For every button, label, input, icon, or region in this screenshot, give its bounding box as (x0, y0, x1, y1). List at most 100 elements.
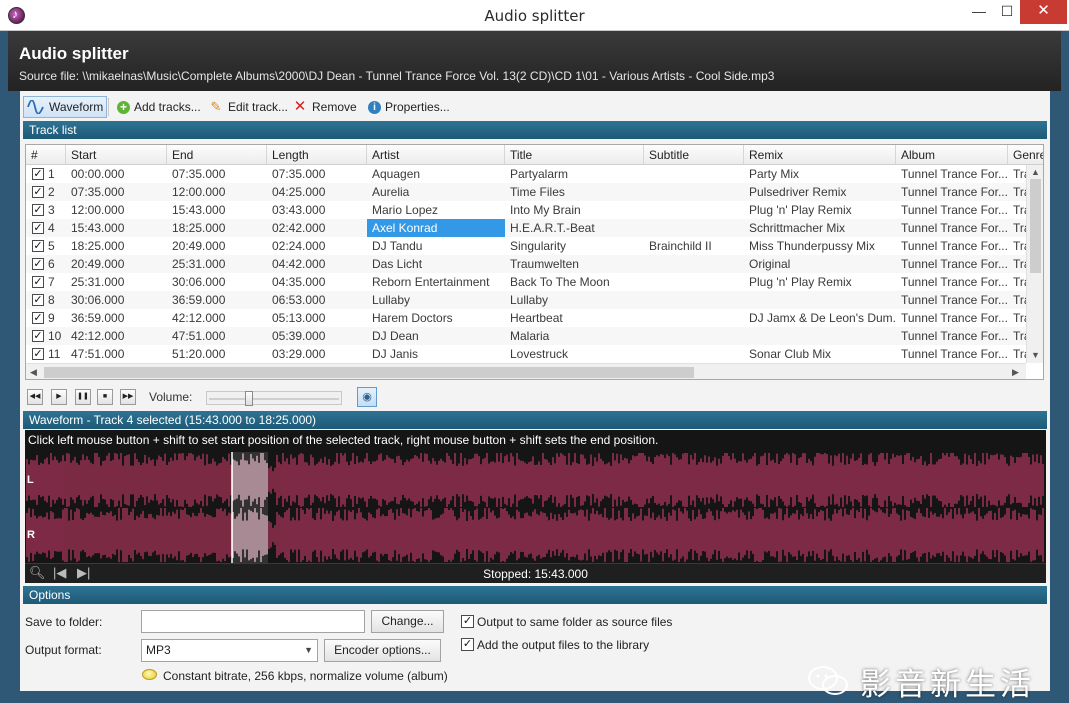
table-row[interactable]: ✓ 11 47:51.000 51:20.000 03:29.000 DJ Janis Lo… (26, 345, 1026, 363)
cell-subtitle[interactable] (644, 345, 744, 363)
cell-subtitle[interactable] (644, 219, 744, 237)
cell-artist[interactable]: Harem Doctors (367, 309, 505, 327)
table-row[interactable]: ✓ 5 18:25.000 20:49.000 02:24.000 DJ Tandu Sin… (26, 237, 1026, 255)
rewind-button[interactable]: ◀◀ (27, 389, 43, 405)
cell-album[interactable]: Tunnel Trance For... (896, 327, 1008, 345)
cell-artist[interactable]: Mario Lopez (367, 201, 505, 219)
cell-end[interactable]: 18:25.000 (167, 219, 267, 237)
cell-album[interactable]: Tunnel Trance For... (896, 165, 1008, 183)
cell-title[interactable]: Into My Brain (505, 201, 644, 219)
cell-end[interactable]: 36:59.000 (167, 291, 267, 309)
cell-remix[interactable] (744, 291, 896, 309)
cell-remix[interactable]: Plug 'n' Play Remix (744, 273, 896, 291)
table-row[interactable]: ✓ 10 42:12.000 47:51.000 05:39.000 DJ Dean Mal… (26, 327, 1026, 345)
cell-album[interactable]: Tunnel Trance For... (896, 291, 1008, 309)
cell-artist[interactable]: DJ Janis (367, 345, 505, 363)
cell-remix[interactable]: Original (744, 255, 896, 273)
column-header-end[interactable]: End (167, 145, 267, 165)
track-checkbox[interactable]: ✓ (32, 186, 44, 198)
change-folder-button[interactable]: Change... (371, 610, 444, 633)
cell-album[interactable]: Tunnel Trance For... (896, 219, 1008, 237)
track-checkbox[interactable]: ✓ (32, 312, 44, 324)
table-row[interactable]: ✓ 8 30:06.000 36:59.000 06:53.000 Lullaby Lull… (26, 291, 1026, 309)
cell-title[interactable]: Back To The Moon (505, 273, 644, 291)
mute-button[interactable]: ◉ (357, 387, 377, 407)
cell-album[interactable]: Tunnel Trance For... (896, 273, 1008, 291)
cell-start[interactable]: 42:12.000 (66, 327, 167, 345)
cell-title[interactable]: Lovestruck (505, 345, 644, 363)
track-checkbox[interactable]: ✓ (32, 294, 44, 306)
cell-end[interactable]: 12:00.000 (167, 183, 267, 201)
cell-genre[interactable]: Tra (1008, 327, 1026, 345)
cell-end[interactable]: 15:43.000 (167, 201, 267, 219)
cell-length[interactable]: 05:13.000 (267, 309, 367, 327)
cell-subtitle[interactable] (644, 255, 744, 273)
cell-remix[interactable]: Miss Thunderpussy Mix (744, 237, 896, 255)
maximize-button[interactable]: ☐ (994, 0, 1020, 24)
column-header-start[interactable]: Start (66, 145, 167, 165)
cell-genre[interactable]: Tra (1008, 201, 1026, 219)
column-header-album[interactable]: Album (896, 145, 1008, 165)
cell-title[interactable]: Heartbeat (505, 309, 644, 327)
cell-length[interactable]: 04:42.000 (267, 255, 367, 273)
volume-slider-thumb[interactable] (245, 391, 253, 406)
column-header-remix[interactable]: Remix (744, 145, 896, 165)
cell-start[interactable]: 25:31.000 (66, 273, 167, 291)
cell-subtitle[interactable] (644, 309, 744, 327)
remove-button[interactable]: ✕ Remove (289, 96, 360, 118)
waveform-button[interactable]: Waveform (23, 96, 108, 118)
cell-remix[interactable]: Sonar Club Mix (744, 345, 896, 363)
pause-button[interactable]: ❚❚ (75, 389, 91, 405)
cell-genre[interactable]: Tra (1008, 255, 1026, 273)
cell-title[interactable]: Time Files (505, 183, 644, 201)
cell-length[interactable]: 04:25.000 (267, 183, 367, 201)
cell-start[interactable]: 00:00.000 (66, 165, 167, 183)
cell-subtitle[interactable] (644, 273, 744, 291)
cell-subtitle[interactable] (644, 327, 744, 345)
cell-subtitle[interactable] (644, 165, 744, 183)
cell-title[interactable]: Malaria (505, 327, 644, 345)
encoder-options-button[interactable]: Encoder options... (324, 639, 441, 662)
cell-subtitle[interactable] (644, 183, 744, 201)
cell-artist[interactable]: Axel Konrad (367, 219, 505, 237)
cell-album[interactable]: Tunnel Trance For... (896, 345, 1008, 363)
cell-remix[interactable]: Plug 'n' Play Remix (744, 201, 896, 219)
cell-album[interactable]: Tunnel Trance For... (896, 201, 1008, 219)
vertical-scroll-thumb[interactable] (1030, 179, 1041, 273)
cell-artist[interactable]: Aurelia (367, 183, 505, 201)
vertical-scrollbar[interactable]: ▲ ▼ (1026, 165, 1043, 363)
column-header-artist[interactable]: Artist (367, 145, 505, 165)
cell-start[interactable]: 47:51.000 (66, 345, 167, 363)
cell-genre[interactable]: Tra (1008, 309, 1026, 327)
column-header-subtitle[interactable]: Subtitle (644, 145, 744, 165)
cell-artist[interactable]: Das Licht (367, 255, 505, 273)
cell-start[interactable]: 30:06.000 (66, 291, 167, 309)
scroll-down-icon[interactable]: ▼ (1031, 350, 1040, 360)
waveform-canvas[interactable] (25, 452, 1046, 563)
cell-title[interactable]: Traumwelten (505, 255, 644, 273)
cell-start[interactable]: 20:49.000 (66, 255, 167, 273)
cell-title[interactable]: Lullaby (505, 291, 644, 309)
cell-start[interactable]: 07:35.000 (66, 183, 167, 201)
cell-genre[interactable]: Tra (1008, 219, 1026, 237)
scroll-right-icon[interactable]: ▶ (1012, 367, 1019, 378)
cell-subtitle[interactable] (644, 291, 744, 309)
cell-start[interactable]: 18:25.000 (66, 237, 167, 255)
cell-length[interactable]: 07:35.000 (267, 165, 367, 183)
properties-button[interactable]: i Properties... (365, 96, 453, 118)
cell-title[interactable]: Singularity (505, 237, 644, 255)
cell-subtitle[interactable]: Brainchild II (644, 237, 744, 255)
horizontal-scroll-thumb[interactable] (44, 367, 694, 378)
cell-length[interactable]: 03:29.000 (267, 345, 367, 363)
cell-end[interactable]: 51:20.000 (167, 345, 267, 363)
track-table[interactable]: # Start End Length Artist Title Subtitle Remix A… (25, 144, 1044, 380)
cell-artist[interactable]: DJ Dean (367, 327, 505, 345)
cell-remix[interactable]: DJ Jamx & De Leon's Dum... (744, 309, 896, 327)
cell-genre[interactable]: Tra (1008, 237, 1026, 255)
play-button[interactable]: ▶ (51, 389, 67, 405)
waveform-display[interactable]: Click left mouse button + shift to set s… (25, 430, 1046, 583)
cell-length[interactable]: 05:39.000 (267, 327, 367, 345)
edit-track-button[interactable]: ✎ Edit track... (205, 96, 291, 118)
cell-length[interactable]: 02:24.000 (267, 237, 367, 255)
cell-title[interactable]: H.E.A.R.T.-Beat (505, 219, 644, 237)
